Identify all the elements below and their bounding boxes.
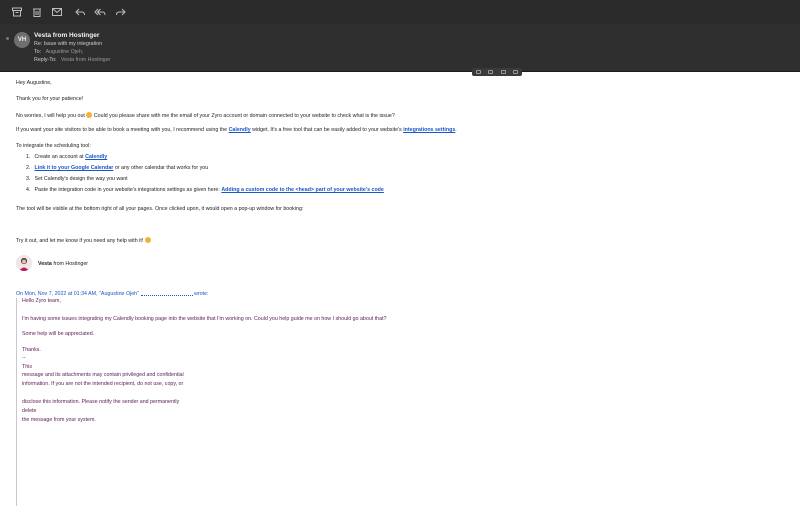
google-calendar-link[interactable]: Link it to your Google Calendar xyxy=(34,165,113,171)
signature-name: Vesta xyxy=(38,261,52,267)
reply-to-address[interactable]: Vesta from Hostinger xyxy=(61,57,110,63)
signature-avatar xyxy=(16,255,32,271)
to-label: To: xyxy=(34,49,42,55)
quote-line: -- xyxy=(22,355,26,361)
paragraph-2: If you want your site visitors to be abl… xyxy=(16,127,457,133)
sender-name[interactable]: Vesta from Hostinger xyxy=(34,32,99,39)
unread-dot xyxy=(6,37,9,40)
reply-to-line: Reply-To: Vesta from Hostinger xyxy=(34,57,110,63)
quote-line: the message from your system. xyxy=(22,417,96,423)
paragraph-1: No worries, I will help you out Could yo… xyxy=(16,112,395,119)
hover-trash-icon[interactable] xyxy=(475,70,481,74)
signature-company: from Hostinger xyxy=(53,261,89,267)
step-number: 1. xyxy=(26,154,31,160)
smile-emoji-icon xyxy=(86,112,93,118)
quote-line: I'm having some issues integrating my Ca… xyxy=(22,316,387,322)
quote-header-text: On Mon, Nov 7, 2022 at 01:34 AM, "August… xyxy=(16,291,140,297)
quote-line: Hello Zyro team, xyxy=(22,298,61,304)
avatar: VH xyxy=(14,32,30,48)
step-number: 3. xyxy=(26,176,31,182)
to-recipient[interactable]: Augustine Ojeh, xyxy=(46,49,84,55)
junk-icon[interactable] xyxy=(50,5,64,19)
greeting: Hey Augustine, xyxy=(16,80,52,86)
quote-line: This xyxy=(22,364,33,370)
hover-reply-icon[interactable] xyxy=(500,70,506,74)
header-divider xyxy=(0,71,800,72)
step-text: Paste the integration code in your websi… xyxy=(34,187,220,193)
trash-icon[interactable] xyxy=(30,5,44,19)
quote-line: disclose this information. Please notify… xyxy=(22,399,180,405)
list-item: 2. Link it to your Google Calendar or an… xyxy=(26,165,208,171)
mail-toolbar xyxy=(0,0,800,24)
calendly-link[interactable]: Calendly xyxy=(229,127,251,133)
list-item: 3. Set Calendly's design the way you wan… xyxy=(26,176,128,182)
p2-text-before: If you want your site visitors to be abl… xyxy=(16,127,228,133)
calendly-signup-link[interactable]: Calendly xyxy=(85,154,107,160)
message-header: VH Vesta from Hostinger Re: Issue with m… xyxy=(0,24,800,72)
forward-icon[interactable] xyxy=(114,5,128,19)
p1-text-after: Could you please share with me the email… xyxy=(93,113,395,119)
integrations-settings-link[interactable]: integrations settings xyxy=(403,127,455,133)
quote-line: message and its attachments may contain … xyxy=(22,372,184,378)
redacted-email[interactable] xyxy=(140,290,193,296)
list-item: 4. Paste the integration code in your we… xyxy=(26,187,384,193)
list-item: 1. Create an account at Calendly xyxy=(26,154,107,160)
quote-line: delete xyxy=(22,408,37,414)
quote-line: Some help will be appreciated. xyxy=(22,331,95,337)
custom-code-guide-link[interactable]: Adding a custom code to the <head> part … xyxy=(221,187,384,193)
subject-label: Re: xyxy=(34,41,43,47)
visibility-note: The tool will be visible at the bottom r… xyxy=(16,206,304,212)
reply-all-icon[interactable] xyxy=(93,5,107,19)
try-it-line: Try it out, and let me know if you need … xyxy=(16,237,151,244)
reply-icon[interactable] xyxy=(73,5,87,19)
p2-text-mid: widget. It's a free tool that can be eas… xyxy=(252,127,402,133)
step-number: 4. xyxy=(26,187,31,193)
p1-text-before: No worries, I will help you out xyxy=(16,113,85,119)
quoted-message: Hello Zyro team, I'm having some issues … xyxy=(16,298,417,506)
quote-header: On Mon, Nov 7, 2022 at 01:34 AM, "August… xyxy=(16,290,208,297)
hover-forward-icon[interactable] xyxy=(513,70,519,74)
quote-line: information. If you are not the intended… xyxy=(22,381,184,387)
hover-junk-icon[interactable] xyxy=(488,70,494,74)
steps-intro: To integrate the scheduling tool: xyxy=(16,143,91,149)
archive-icon[interactable] xyxy=(10,5,24,19)
p2-text-end: . xyxy=(455,127,457,133)
thanks-line: Thank you for your patience! xyxy=(16,96,84,102)
try-it-text: Try it out, and let me know if you need … xyxy=(16,238,144,244)
hover-toolbar xyxy=(472,68,522,76)
signature: Vesta from Hostinger xyxy=(38,261,88,267)
smile-emoji-icon xyxy=(144,237,151,243)
subject-line: Re: Issue with my integration xyxy=(34,41,102,47)
step-text: or any other calendar that works for you xyxy=(114,165,209,171)
to-line: To: Augustine Ojeh, xyxy=(34,49,83,55)
quote-header-wrote: wrote: xyxy=(193,291,209,297)
avatar-initials: VH xyxy=(17,37,27,43)
step-text: Set Calendly's design the way you want xyxy=(34,176,128,182)
subject: Issue with my integration xyxy=(43,41,103,47)
quote-line: Thanks. xyxy=(22,347,41,353)
reply-to-label: Reply-To: xyxy=(34,57,57,63)
step-text: Create an account at xyxy=(34,154,84,160)
step-number: 2. xyxy=(26,165,31,171)
